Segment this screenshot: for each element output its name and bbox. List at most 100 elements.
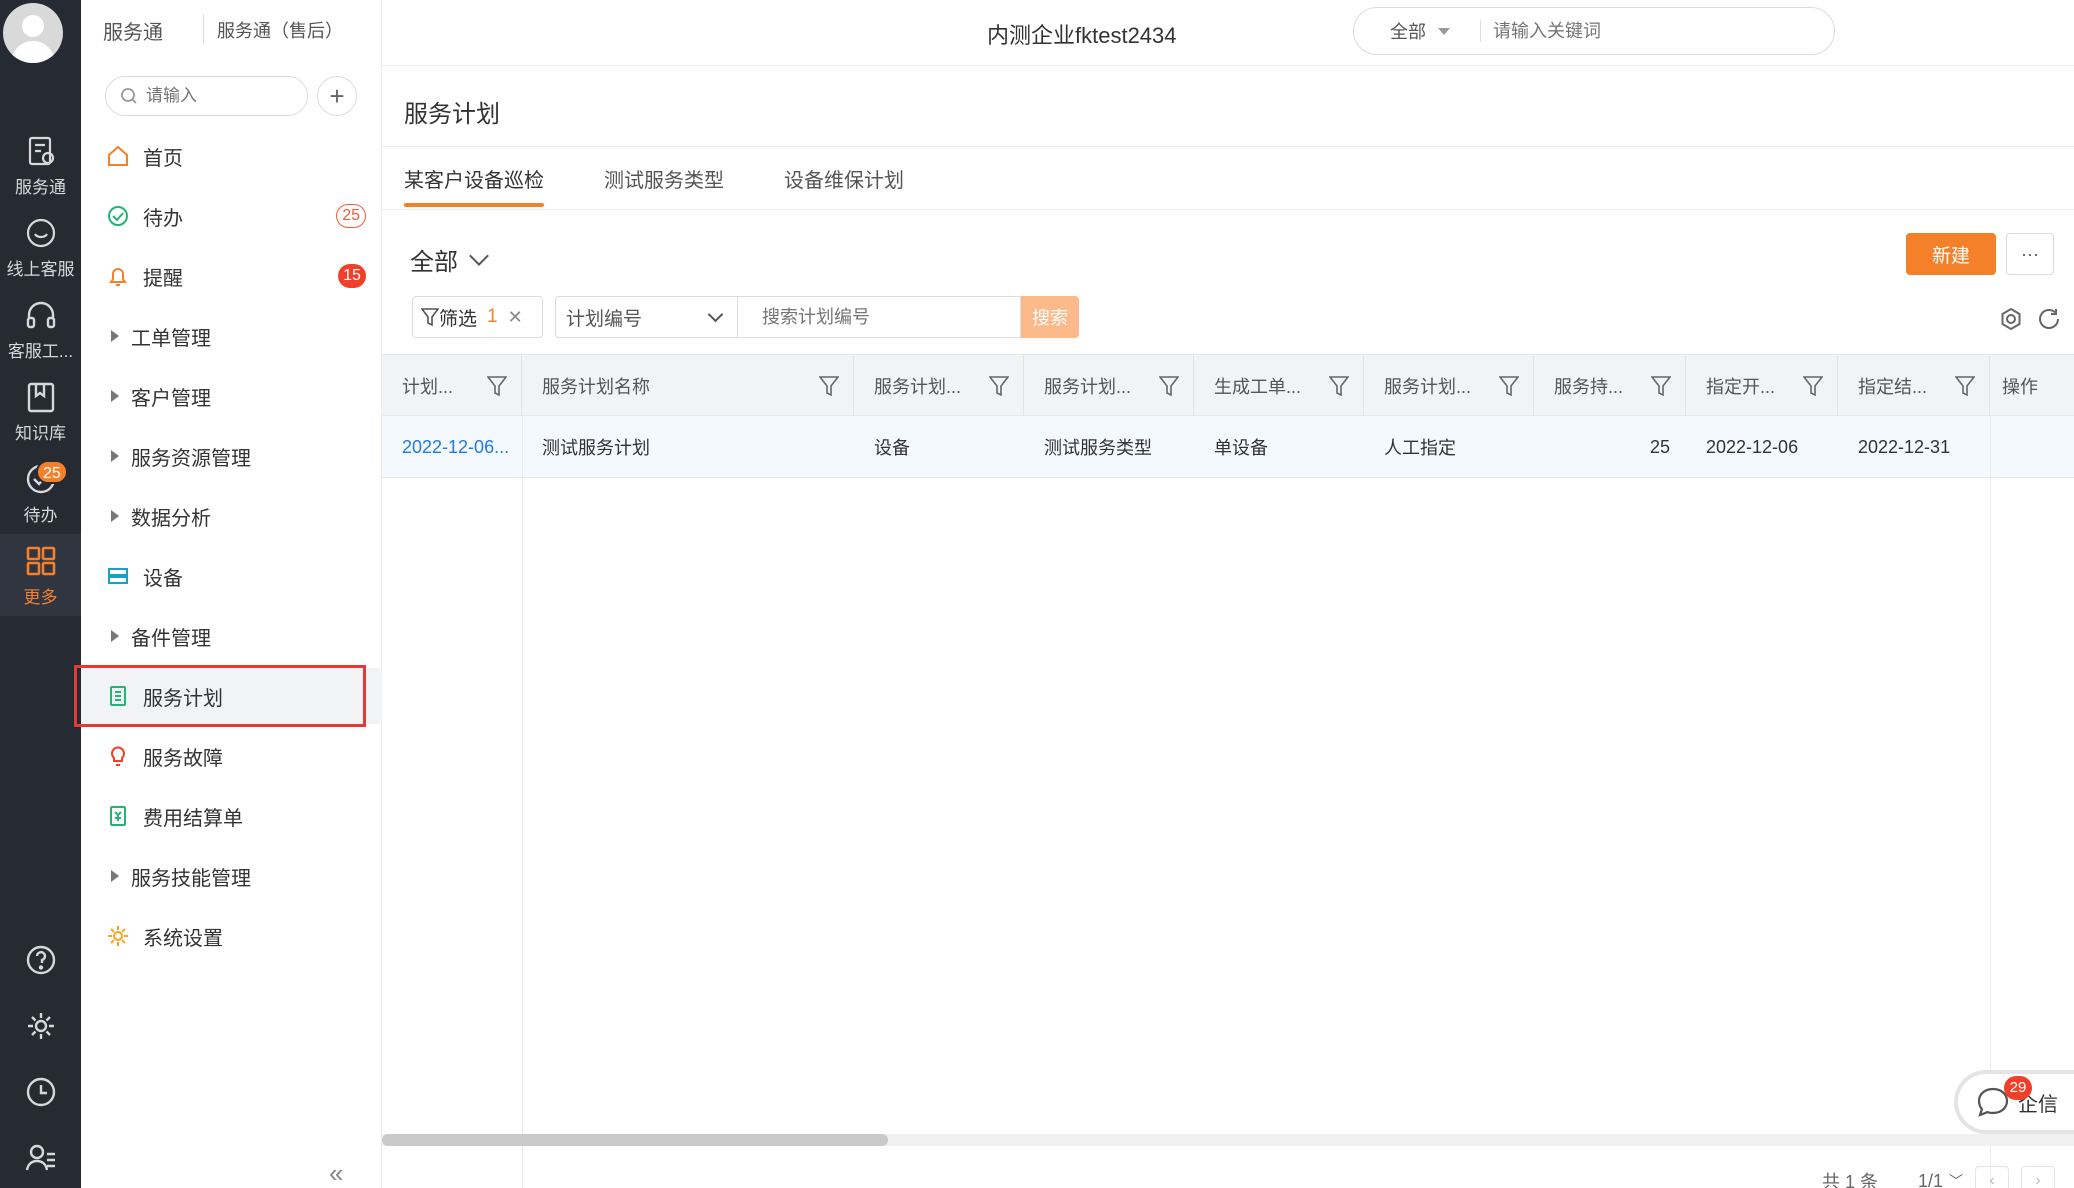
- nav-item-label: 服务故障: [143, 747, 223, 770]
- table-cell: 测试服务计划: [542, 438, 650, 458]
- table-cell-actions[interactable]: [1990, 416, 2074, 478]
- collapse-sidebar-icon[interactable]: «: [329, 1158, 343, 1188]
- view-select[interactable]: 全部: [410, 242, 489, 277]
- user-avatar[interactable]: [3, 3, 63, 63]
- rail-label: 知识库: [15, 423, 66, 443]
- search-button[interactable]: 搜索: [1021, 296, 1079, 338]
- column-header[interactable]: 服务计划...: [854, 355, 1024, 417]
- brand-subtitle[interactable]: 服务通（售后）: [217, 17, 343, 43]
- contacts-button[interactable]: [0, 1128, 81, 1188]
- tab-customer-inspection[interactable]: 某客户设备巡检: [404, 164, 544, 207]
- column-header[interactable]: 指定结...: [1838, 355, 1990, 417]
- table-cell: 人工指定: [1384, 438, 1456, 458]
- filter-icon[interactable]: [487, 375, 507, 397]
- column-settings-icon[interactable]: [1998, 306, 2024, 332]
- rail-item-service[interactable]: 服务通: [0, 124, 81, 206]
- todo-count-badge: 25: [336, 204, 366, 228]
- nav-item-label: 费用结算单: [143, 807, 243, 830]
- qixin-float-button[interactable]: 企信 29: [1954, 1070, 2074, 1134]
- total-count: 共 1 条: [1822, 1172, 1879, 1188]
- column-header[interactable]: 服务计划...: [1364, 355, 1534, 417]
- help-button[interactable]: [0, 930, 81, 990]
- nav-item-settlement[interactable]: 费用结算单: [81, 788, 382, 844]
- prev-page-button[interactable]: ‹: [1975, 1166, 2010, 1188]
- nav-item-todo[interactable]: 待办 25: [81, 188, 382, 244]
- headset-icon: [26, 301, 55, 328]
- nav-item-customer[interactable]: 客户管理: [81, 368, 382, 424]
- table-row[interactable]: 2022-12-06... 测试服务计划 设备 测试服务类型 单设备 人工指定 …: [382, 416, 2074, 478]
- tab-test-service-type[interactable]: 测试服务类型: [604, 164, 724, 207]
- filter-icon[interactable]: [1651, 375, 1671, 397]
- search-scope-select[interactable]: 全部: [1354, 18, 1480, 44]
- filter-icon[interactable]: [1329, 375, 1349, 397]
- new-button[interactable]: 新建: [1906, 233, 1996, 275]
- nav-item-home[interactable]: 首页: [81, 128, 382, 184]
- filter-icon: [421, 308, 439, 327]
- rail-item-agent[interactable]: 客服工...: [0, 288, 81, 370]
- nav-item-device[interactable]: 设备: [81, 548, 382, 604]
- app-rail: 服务通 线上客服 客服工... 知识库 待办 25 更多: [0, 0, 81, 1188]
- title-divider: [382, 146, 2074, 147]
- nav-item-label: 待办: [143, 207, 183, 230]
- filter-icon[interactable]: [1159, 375, 1179, 397]
- nav-search-input[interactable]: [146, 86, 286, 106]
- nav-item-service-plan[interactable]: 服务计划: [74, 665, 382, 727]
- clock-icon: [26, 1077, 55, 1107]
- tab-device-maintenance[interactable]: 设备维保计划: [784, 164, 904, 207]
- column-header[interactable]: 服务计划名称: [522, 355, 854, 417]
- column-header[interactable]: 生成工单...: [1194, 355, 1364, 417]
- search-field-select[interactable]: 计划编号: [555, 296, 737, 338]
- rail-item-knowledge[interactable]: 知识库: [0, 370, 81, 452]
- nav-item-skills[interactable]: 服务技能管理: [81, 848, 382, 904]
- keyword-search-input[interactable]: [762, 306, 1002, 328]
- nav-item-reminder[interactable]: 提醒 15: [81, 248, 382, 304]
- filter-icon[interactable]: [989, 375, 1009, 397]
- nav-item-ticket[interactable]: 工单管理: [81, 308, 382, 364]
- scrollbar-thumb[interactable]: [382, 1134, 888, 1146]
- page-title: 服务计划: [404, 101, 500, 128]
- chat-icon: [26, 218, 55, 247]
- rail-item-online-cs[interactable]: 线上客服: [0, 206, 81, 288]
- settings-button[interactable]: [0, 996, 81, 1056]
- page-indicator[interactable]: 1/1 ﹀: [1918, 1171, 1963, 1188]
- chevron-down-icon: ﹀: [1949, 1173, 1964, 1188]
- nav-item-analytics[interactable]: 数据分析: [81, 488, 382, 544]
- filter-icon[interactable]: [1803, 375, 1823, 397]
- invoice-icon: [105, 803, 131, 829]
- history-button[interactable]: [0, 1062, 81, 1122]
- search-divider: [1480, 20, 1481, 42]
- nav-item-fault[interactable]: 服务故障: [81, 728, 382, 784]
- filter-icon[interactable]: [819, 375, 839, 397]
- nav-search[interactable]: [105, 76, 308, 116]
- rail-item-more[interactable]: 更多: [0, 534, 81, 616]
- next-page-button[interactable]: ›: [2021, 1166, 2056, 1188]
- filter-chip[interactable]: 筛选 1 ✕: [412, 296, 543, 338]
- nav-item-label: 工单管理: [131, 327, 211, 350]
- settings-icon: [27, 1013, 54, 1039]
- column-header[interactable]: 指定开...: [1686, 355, 1838, 417]
- plan-number-link[interactable]: 2022-12-06...: [382, 416, 522, 478]
- nav-item-resource[interactable]: 服务资源管理: [81, 428, 382, 484]
- nav-item-label: 数据分析: [131, 507, 211, 530]
- table-cell: 设备: [874, 438, 910, 458]
- refresh-icon[interactable]: [2036, 306, 2062, 332]
- column-header[interactable]: 服务计划...: [1024, 355, 1194, 417]
- clear-filter-icon[interactable]: ✕: [508, 307, 523, 328]
- add-button[interactable]: +: [317, 76, 357, 116]
- filter-icon[interactable]: [1955, 375, 1975, 397]
- column-divider: [522, 416, 523, 1188]
- global-search[interactable]: 全部: [1353, 7, 1835, 55]
- column-header[interactable]: 计划...: [382, 355, 522, 417]
- rail-item-todo[interactable]: 待办 25: [0, 452, 81, 534]
- column-header[interactable]: 服务持...: [1534, 355, 1686, 417]
- table-cell: 测试服务类型: [1044, 438, 1152, 458]
- keyword-search[interactable]: [737, 296, 1021, 338]
- global-search-input[interactable]: [1493, 20, 1793, 42]
- nav-item-system-settings[interactable]: 系统设置: [81, 908, 382, 964]
- filter-icon[interactable]: [1499, 375, 1519, 397]
- more-button[interactable]: ···: [2006, 233, 2054, 275]
- filter-label: 筛选: [439, 308, 478, 330]
- nav-item-parts[interactable]: 备件管理: [81, 608, 382, 664]
- pagination: 共 1 条 1/1 ﹀ ‹ ›: [1822, 1166, 2056, 1188]
- horizontal-scrollbar[interactable]: [382, 1134, 2074, 1146]
